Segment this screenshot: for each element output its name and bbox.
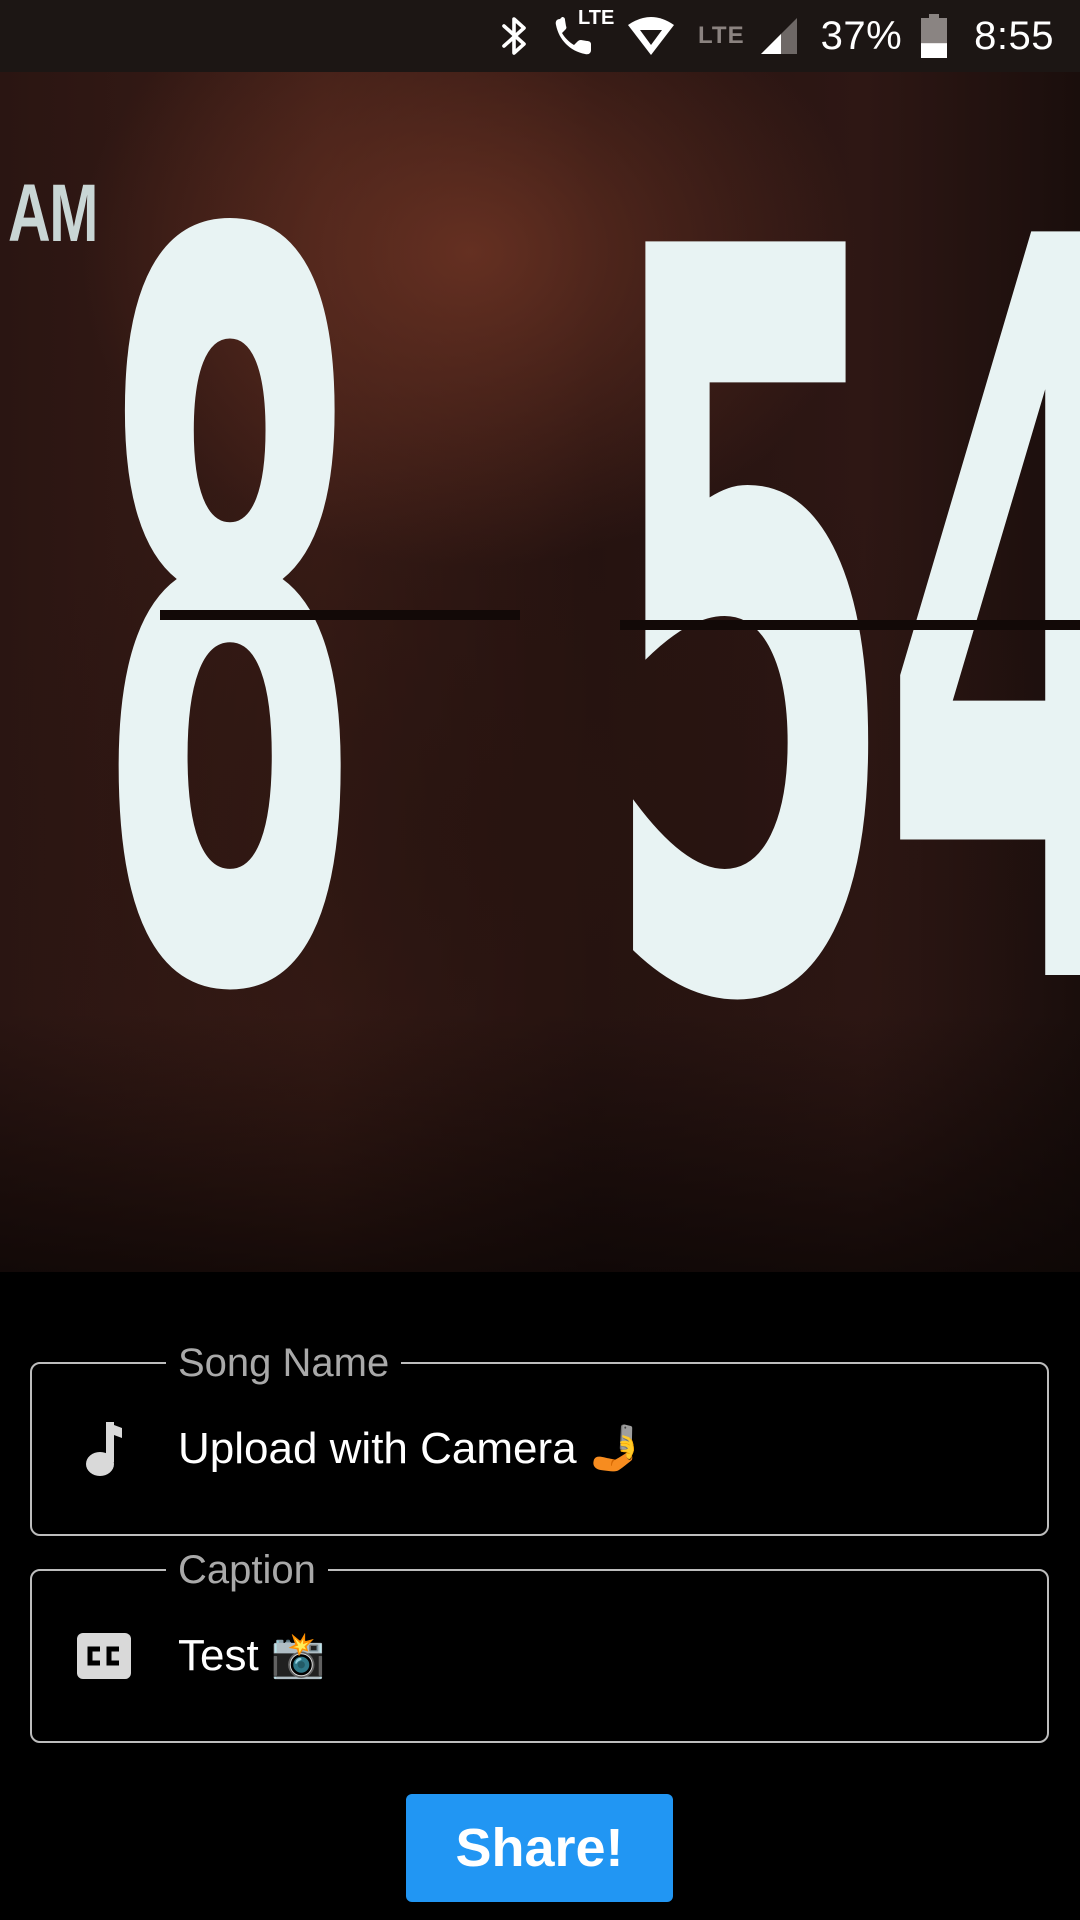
lte-call-icon: LTE bbox=[552, 7, 614, 59]
photo-am-label: AM bbox=[8, 168, 98, 259]
song-name-field: Song Name bbox=[30, 1338, 1049, 1536]
caption-field: Caption bbox=[30, 1545, 1049, 1743]
volte-label: LTE bbox=[578, 7, 615, 29]
caption-label: Caption bbox=[166, 1545, 328, 1595]
photo-minute-digit-1: 5 bbox=[600, 72, 899, 1226]
wifi-icon bbox=[626, 15, 676, 57]
status-time: 8:55 bbox=[974, 13, 1054, 58]
caption-input[interactable] bbox=[178, 1611, 1018, 1701]
music-note-icon bbox=[74, 1419, 134, 1479]
song-name-label: Song Name bbox=[166, 1338, 402, 1388]
bluetooth-icon bbox=[500, 15, 530, 57]
cell-signal-icon bbox=[759, 16, 799, 56]
status-bar: LTE LTE 37% 8:55 bbox=[0, 0, 1080, 72]
closed-caption-icon bbox=[74, 1626, 134, 1686]
photo-hour-digit: 8 bbox=[95, 72, 365, 1216]
share-button[interactable]: Share! bbox=[406, 1794, 673, 1902]
lte-label: LTE bbox=[698, 22, 745, 49]
song-name-input[interactable] bbox=[178, 1404, 1018, 1494]
photo-preview: AM 8 5 4 bbox=[0, 72, 1080, 1272]
flip-seam-left bbox=[160, 610, 520, 620]
battery-percent: 37% bbox=[820, 13, 903, 58]
flip-seam-right bbox=[620, 620, 1080, 630]
battery-icon bbox=[920, 13, 948, 59]
share-form: Song Name Caption Share! bbox=[0, 1272, 1080, 1920]
